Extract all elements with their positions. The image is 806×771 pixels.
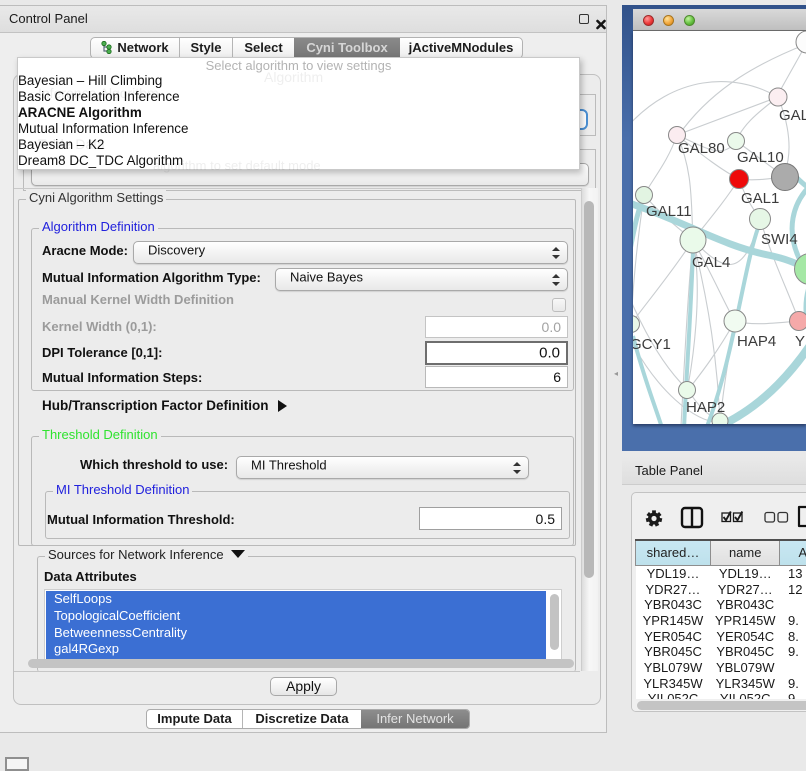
svg-text:GAL1: GAL1 xyxy=(741,190,779,207)
svg-text:SWI4: SWI4 xyxy=(761,231,798,248)
svg-text:Y: Y xyxy=(795,333,805,350)
svg-text:GAL10: GAL10 xyxy=(737,149,784,166)
svg-text:HAP2: HAP2 xyxy=(686,399,725,416)
svg-text:GAL80: GAL80 xyxy=(678,140,725,157)
svg-text:GAL2: GAL2 xyxy=(779,107,806,124)
svg-text:GCY1: GCY1 xyxy=(633,336,671,353)
svg-text:GAL11: GAL11 xyxy=(646,203,692,220)
svg-text:GAL4: GAL4 xyxy=(692,254,730,271)
svg-text:HAP4: HAP4 xyxy=(737,333,776,350)
